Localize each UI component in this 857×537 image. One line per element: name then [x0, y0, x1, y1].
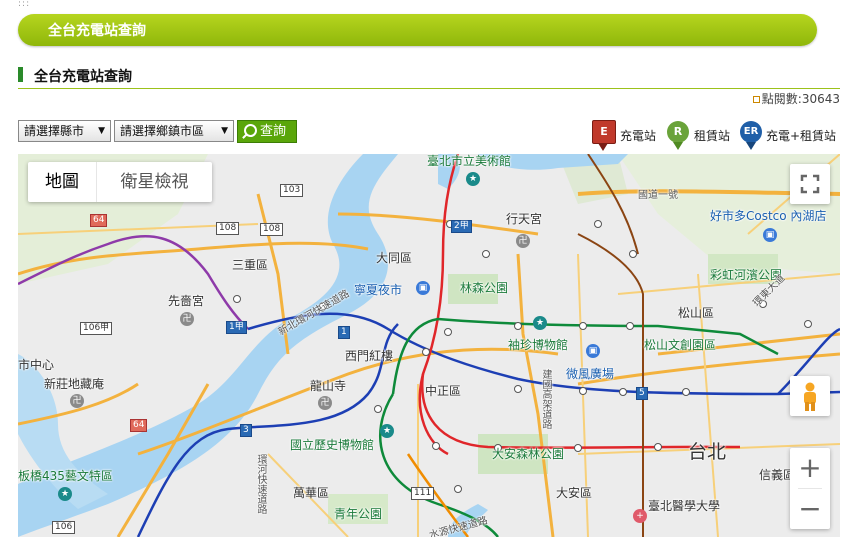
map-label: 龍山寺: [310, 379, 347, 393]
bullet-icon: [752, 96, 760, 103]
map-label: 松山區: [678, 306, 715, 320]
road-label: 國道一號: [638, 190, 678, 201]
map-label: 新莊地藏庵: [44, 377, 105, 391]
route-shield: 2甲: [451, 220, 472, 233]
map-type-satellite-button[interactable]: 衛星檢視: [97, 162, 212, 202]
rental-station-icon: R: [667, 121, 689, 143]
map-label: 臺北醫學大學: [648, 499, 721, 513]
map-label: 寧夏夜市: [354, 283, 403, 297]
museum-pin-icon[interactable]: ★: [380, 424, 394, 438]
map-label: 林森公園: [460, 281, 509, 295]
road-label: 環河快速道路: [255, 454, 266, 514]
map-label: 中正區: [425, 384, 462, 398]
pin-tail-icon: [598, 143, 608, 151]
route-shield: 64: [130, 419, 148, 432]
zoom-out-button[interactable]: −: [790, 489, 830, 529]
route-shield: 108: [260, 223, 284, 236]
hospital-pin-icon[interactable]: +: [633, 509, 647, 523]
map-type-control: 地圖 衛星檢視: [28, 162, 212, 202]
zoom-in-button[interactable]: +: [790, 448, 830, 488]
map-label: 先嗇宮: [168, 294, 205, 308]
map-label: 微風廣場: [566, 367, 615, 381]
pin-tail-icon: [673, 142, 683, 150]
banner-title: 全台充電站查詢: [48, 23, 146, 39]
map-label: 板橋435藝文特區: [18, 469, 113, 483]
route-shield: 106: [52, 521, 76, 534]
district-select[interactable]: 請選擇鄉鎮市區 ▼: [114, 120, 234, 142]
route-shield: 1: [338, 326, 350, 339]
map-label: 青年公園: [334, 507, 383, 521]
temple-pin-icon[interactable]: 卍: [70, 394, 84, 408]
district-select-value: 請選擇鄉鎮市區: [120, 124, 205, 138]
route-shield: 5: [636, 387, 648, 400]
pin-tail-icon: [746, 142, 756, 150]
legend-label-both: 充電+租賃站: [766, 129, 837, 143]
temple-pin-icon[interactable]: 卍: [516, 234, 530, 248]
route-shield: 103: [280, 184, 304, 197]
view-counter: 點閱數:30643: [752, 90, 840, 107]
museum-pin-icon[interactable]: ★: [58, 487, 72, 501]
county-select[interactable]: 請選擇縣市 ▼: [18, 120, 111, 142]
shopping-pin-icon[interactable]: ▣: [586, 344, 600, 358]
map-label: 行天宮: [506, 212, 543, 226]
map-label: 松山文創園區: [644, 338, 717, 352]
route-shield: 1甲: [226, 321, 247, 334]
map-label: 大同區: [376, 251, 413, 265]
map-label: 臺北市立美術館: [427, 154, 512, 168]
shopping-pin-icon[interactable]: ▣: [416, 281, 430, 295]
search-icon: [244, 124, 257, 137]
temple-pin-icon[interactable]: 卍: [318, 396, 332, 410]
shopping-pin-icon[interactable]: ▣: [763, 228, 777, 242]
temple-pin-icon[interactable]: 卍: [180, 312, 194, 326]
decorative-dots: :::: [18, 0, 31, 9]
map-type-map-button[interactable]: 地圖: [28, 162, 96, 202]
legend-label-rental: 租賃站: [694, 129, 731, 143]
map-label: 三重區: [232, 258, 269, 272]
map-canvas[interactable]: 臺北市立美術館 行天宮 好市多Costco 內湖店 三重區 大同區 寧夏夜市 林…: [18, 154, 840, 537]
route-shield: 111: [411, 487, 435, 500]
pegman-icon: [804, 382, 816, 411]
charging-station-icon: E: [592, 120, 616, 144]
county-select-value: 請選擇縣市: [24, 124, 85, 138]
map-label: 大安區: [556, 486, 593, 500]
page-title: 全台充電站查詢: [34, 69, 132, 85]
map-label: 西門紅樓: [345, 349, 394, 363]
map-label: 袖珍博物館: [508, 338, 569, 352]
dropdown-arrow-icon: ▼: [98, 126, 105, 136]
street-view-pegman[interactable]: [790, 376, 830, 416]
query-button-label: 查詢: [260, 124, 287, 139]
zoom-control: + −: [790, 448, 830, 529]
road-label: 建國高架道路: [540, 369, 551, 429]
route-shield: 106甲: [80, 322, 113, 335]
map-label: 市中心: [18, 358, 55, 372]
map-label: 大安森林公園: [492, 447, 565, 461]
heading-accent-bar: [18, 67, 23, 82]
fullscreen-button[interactable]: [790, 164, 830, 204]
route-shield: 3: [240, 424, 252, 437]
query-button[interactable]: 查詢: [237, 120, 297, 143]
route-shield: 108: [216, 222, 240, 235]
museum-pin-icon[interactable]: ★: [533, 316, 547, 330]
legend-label-charging: 充電站: [620, 129, 657, 143]
view-count-text: 點閱數:30643: [761, 92, 840, 106]
map-label: 萬華區: [293, 486, 330, 500]
map-label: 好市多Costco 內湖店: [710, 209, 827, 223]
heading-divider: [18, 88, 840, 89]
museum-pin-icon[interactable]: ★: [466, 172, 480, 186]
dropdown-arrow-icon: ▼: [221, 126, 228, 136]
title-banner: 全台充電站查詢: [18, 14, 817, 46]
map-label-city: 台北: [688, 441, 727, 463]
map-label: 國立歷史博物館: [290, 438, 375, 452]
route-shield: 64: [90, 214, 108, 227]
charging-rental-station-icon: ER: [740, 121, 762, 143]
fullscreen-icon: [800, 174, 820, 194]
